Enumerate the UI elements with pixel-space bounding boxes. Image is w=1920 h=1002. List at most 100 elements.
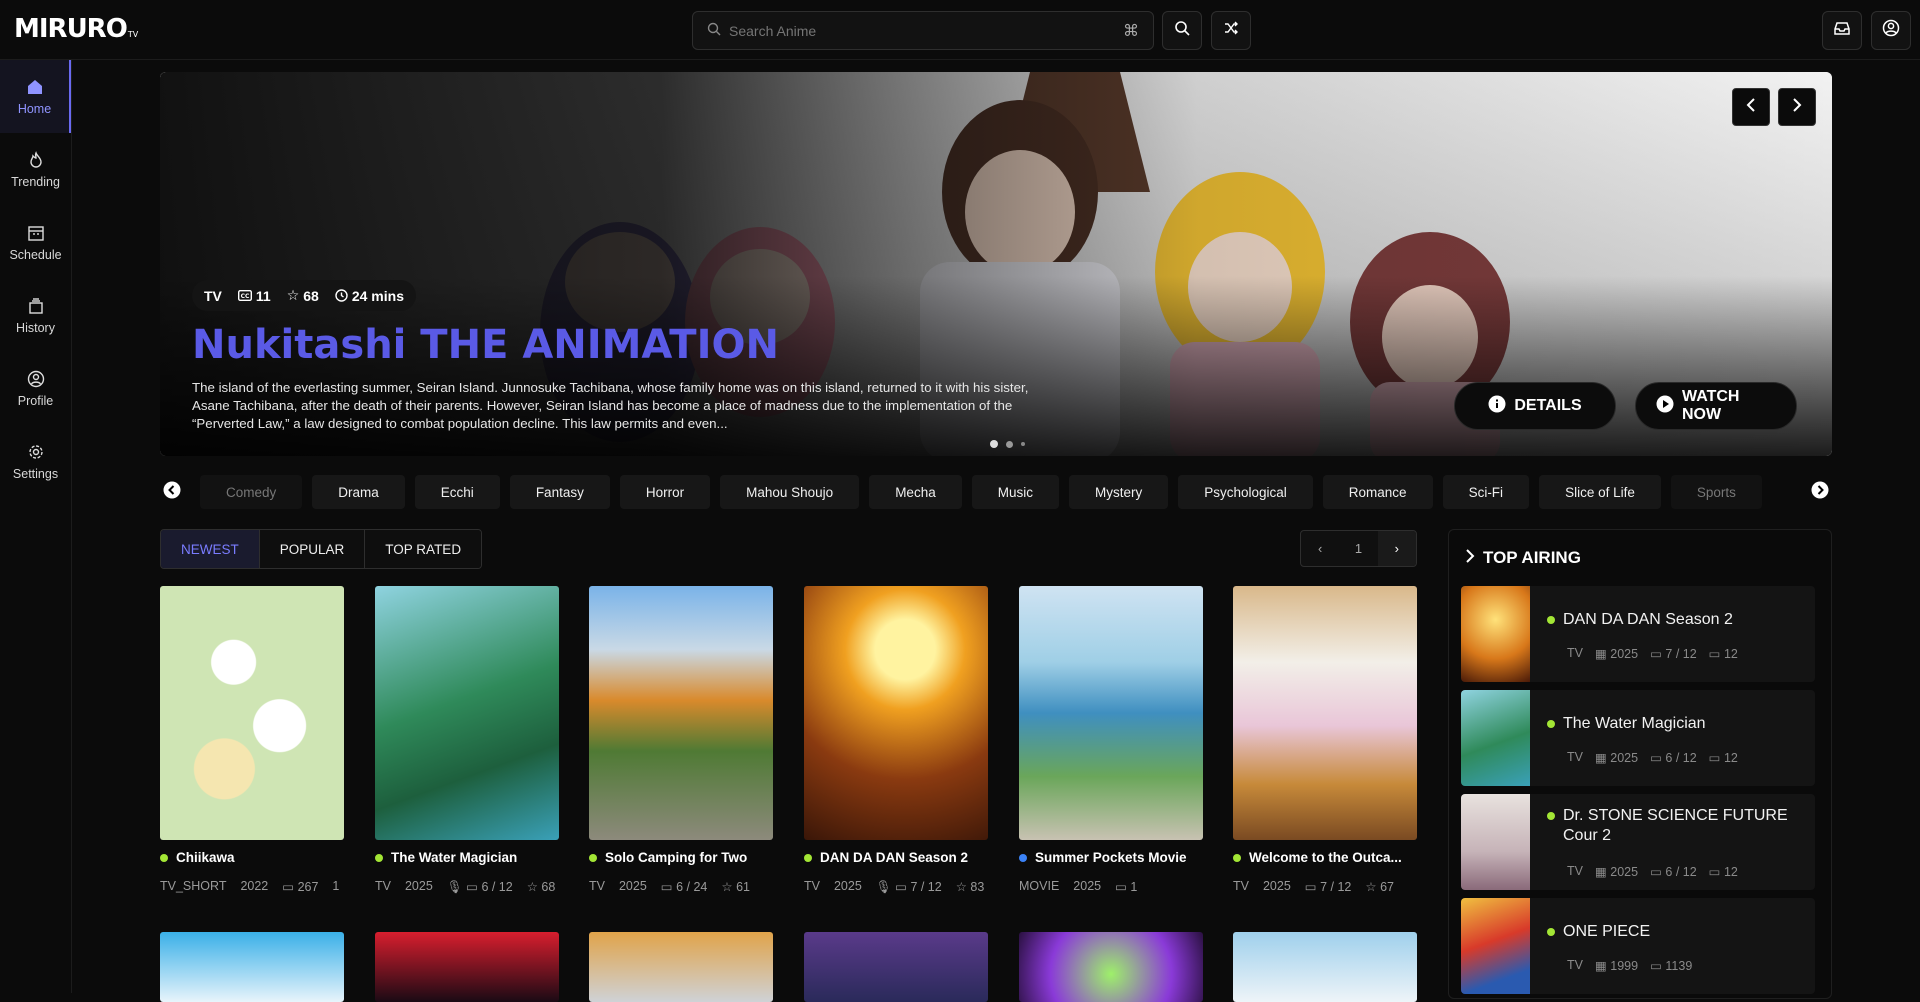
search-bar[interactable]: ⌘ (692, 11, 1154, 50)
anime-card[interactable]: Summer Pockets Movie MOVIE 2025 ▭ 1 (1019, 586, 1203, 894)
year-text: 1999 (1610, 959, 1639, 973)
search-button[interactable] (1162, 11, 1202, 50)
genre-next-button[interactable] (1808, 480, 1832, 504)
anime-card[interactable]: Chiikawa TV_SHORT 2022 ▭ 267 1 (160, 586, 344, 894)
anime-poster[interactable] (375, 586, 559, 840)
anime-title-row[interactable]: Welcome to the Outca... (1233, 850, 1417, 865)
logo-suffix: TV (127, 30, 139, 39)
gear-icon (28, 444, 43, 459)
genre-chip[interactable]: Comedy (200, 475, 303, 509)
anime-poster[interactable] (160, 932, 344, 1002)
chevron-right-icon (1465, 548, 1475, 568)
tab-popular[interactable]: POPULAR (259, 530, 366, 568)
top-airing-item[interactable]: ONE PIECE TV ▦ 1999 ▭ 1139 (1461, 898, 1815, 994)
calendar-icon (27, 225, 44, 241)
sidebar-item-history[interactable]: History (0, 279, 71, 352)
clock-icon (335, 289, 348, 302)
chevron-left-circle-icon (163, 481, 181, 504)
genre-chip[interactable]: Sports (1670, 475, 1762, 509)
top-airing-item[interactable]: DAN DA DAN Season 2 TV ▦ 2025 ▭ 7 / 12 ▭ 12 (1461, 586, 1815, 682)
genre-chip[interactable]: Psychological (1178, 475, 1313, 509)
page-number: 1 (1354, 541, 1363, 556)
top-airing-item[interactable]: The Water Magician TV ▦ 2025 ▭ 6 / 12 ▭ 12 (1461, 690, 1815, 786)
anime-year: 2022 (240, 879, 269, 893)
slide-dot[interactable] (1006, 440, 1013, 448)
anime-poster[interactable] (1019, 932, 1203, 1002)
anime-total: ▭ 12 (1708, 865, 1738, 879)
anime-year: ▦ 2025 (1594, 751, 1639, 765)
search-icon (707, 22, 721, 39)
sidebar-item-home[interactable]: Home (0, 60, 71, 133)
slide-dot[interactable] (1021, 442, 1025, 446)
genre-chip[interactable]: Horror (619, 475, 711, 509)
genre-chip[interactable]: Drama (312, 475, 405, 509)
anime-title-row: Dr. STONE SCIENCE FUTURE Cour 2 (1547, 806, 1797, 846)
sidebar-item-profile[interactable]: Profile (0, 352, 71, 425)
tab-newest[interactable]: NEWEST (161, 530, 260, 568)
genre-chip[interactable]: Fantasy (509, 475, 610, 509)
sidebar-item-schedule[interactable]: Schedule (0, 206, 71, 279)
chevron-right-circle-icon (1811, 481, 1829, 504)
anime-poster[interactable] (1233, 932, 1417, 1002)
anime-title-row[interactable]: Solo Camping for Two (589, 850, 773, 865)
genre-chip[interactable]: Mecha (869, 475, 962, 509)
anime-poster[interactable] (1019, 586, 1203, 840)
logo[interactable]: MIRUROTV (14, 14, 138, 44)
anime-meta: TV ▦ 2025 ▭ 7 / 12 ▭ 12 (1567, 646, 1738, 661)
anime-poster[interactable] (589, 932, 773, 1002)
prev-page-button[interactable]: ‹ (1301, 531, 1339, 566)
genre-prev-button[interactable] (160, 480, 184, 504)
anime-poster[interactable] (804, 932, 988, 1002)
hero-next-button[interactable] (1778, 88, 1816, 126)
anime-meta: TV_SHORT 2022 ▭ 267 1 (160, 879, 344, 894)
anime-poster[interactable] (375, 932, 559, 1002)
watch-now-label: WATCH NOW (1682, 388, 1740, 423)
random-button[interactable] (1211, 11, 1251, 50)
anime-title-row[interactable]: DAN DA DAN Season 2 (804, 850, 988, 865)
hero-prev-button[interactable] (1732, 88, 1770, 126)
anime-poster[interactable] (804, 586, 988, 840)
genre-chip[interactable]: Mystery (1068, 475, 1169, 509)
anime-card[interactable]: The Water Magician TV 2025 🎙 ▭ 6 / 12 ☆ 68 (375, 586, 559, 895)
next-page-button[interactable]: › (1377, 531, 1416, 566)
hero-title[interactable]: Nukitashi THE ANIMATION (192, 322, 779, 368)
genre-chip[interactable]: Slice of Life (1539, 475, 1661, 509)
sidebar-item-trending[interactable]: Trending (0, 133, 71, 206)
user-icon (27, 370, 44, 387)
episodes-count: 6 / 12 (481, 880, 513, 894)
anime-title-row[interactable]: Chiikawa (160, 850, 344, 865)
top-airing-item[interactable]: Dr. STONE SCIENCE FUTURE Cour 2 TV ▦ 2025… (1461, 794, 1815, 890)
anime-poster[interactable] (160, 586, 344, 840)
top-airing-heading[interactable]: TOP AIRING (1465, 548, 1581, 568)
genre-chip[interactable]: Sci-Fi (1442, 475, 1530, 509)
account-button[interactable] (1871, 11, 1911, 50)
search-input[interactable] (729, 22, 1109, 39)
anime-poster[interactable] (589, 586, 773, 840)
rating-badge: ☆ 68 (287, 287, 319, 304)
status-dot (1019, 853, 1027, 862)
genre-chip[interactable]: Romance (1322, 475, 1433, 509)
anime-card[interactable]: DAN DA DAN Season 2 TV 2025 🎙 ▭ 7 / 12 ☆ 83 (804, 586, 988, 895)
genre-chip[interactable]: Ecchi (414, 475, 500, 509)
anime-total: ▭ 12 (1708, 647, 1738, 661)
anime-title-row[interactable]: Summer Pockets Movie (1019, 850, 1203, 865)
inbox-button[interactable] (1822, 11, 1862, 50)
anime-card[interactable]: Welcome to the Outca... TV 2025 ▭ 7 / 12 ☆ … (1233, 586, 1417, 894)
logo-text[interactable]: MIRURO (14, 14, 128, 44)
slide-dot-active[interactable] (990, 440, 998, 448)
watch-now-button[interactable]: WATCH NOW (1635, 382, 1797, 430)
anime-card[interactable]: Solo Camping for Two TV 2025 ▭ 6 / 24 ☆ 61 (589, 586, 773, 894)
anime-title-row[interactable]: The Water Magician (375, 850, 559, 865)
sidebar-item-settings[interactable]: Settings (0, 425, 71, 498)
tab-top-rated[interactable]: TOP RATED (365, 530, 482, 568)
anime-meta: MOVIE 2025 ▭ 1 (1019, 879, 1203, 894)
anime-title: Welcome to the Outca... (1249, 850, 1402, 865)
anime-extra: 1 (332, 879, 340, 893)
genre-chip[interactable]: Mahou Shoujo (720, 475, 860, 509)
status-dot (1547, 616, 1555, 624)
episodes-text: 11 (255, 287, 271, 304)
anime-poster[interactable] (1233, 586, 1417, 840)
details-button[interactable]: DETAILS (1454, 382, 1616, 430)
episodes-badge: CC 11 (237, 287, 271, 304)
genre-chip[interactable]: Music (971, 475, 1059, 509)
